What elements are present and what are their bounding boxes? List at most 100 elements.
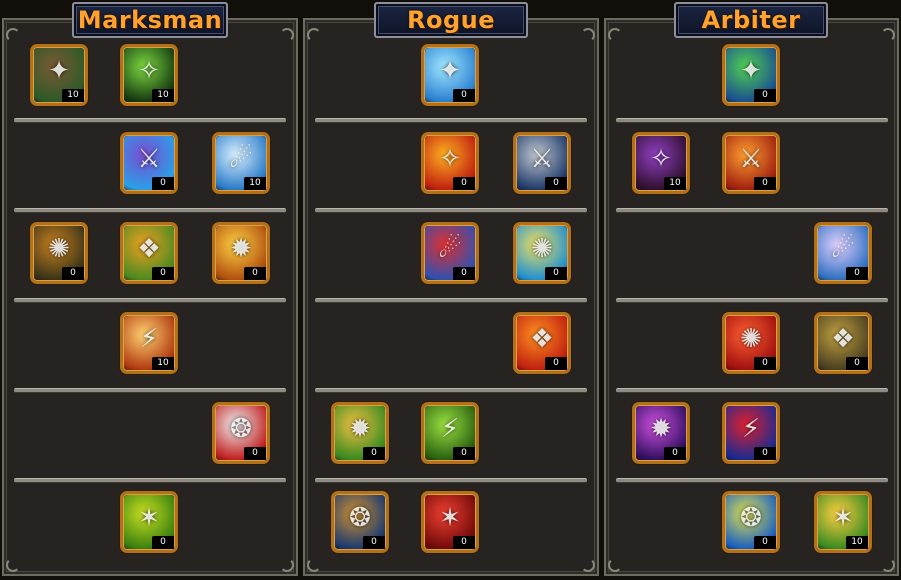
skill-slot[interactable]: ⚔ 0 (722, 132, 780, 194)
tier-separator (616, 478, 888, 483)
skill-level: 10 (846, 536, 868, 549)
skill-slot[interactable]: ✧ 0 (421, 132, 479, 194)
corner-ornament (280, 558, 294, 572)
skill-slot[interactable]: ☄ 0 (814, 222, 872, 284)
skill-level: 0 (846, 267, 868, 280)
corner-ornament (6, 28, 20, 42)
corner-ornament (881, 28, 895, 42)
panel-title: Arbiter (701, 6, 801, 34)
skill-level: 0 (363, 536, 385, 549)
skill-slot[interactable]: ✧ 10 (632, 132, 690, 194)
skill-slot[interactable]: ❖ 0 (513, 312, 571, 374)
skill-slot[interactable]: ✺ 0 (513, 222, 571, 284)
skill-level: 0 (754, 357, 776, 370)
skill-level: 10 (62, 89, 84, 102)
skill-glyph: ⚔ (530, 144, 554, 174)
skill-slot[interactable]: ⚡ 0 (421, 402, 479, 464)
skill-level: 0 (453, 89, 475, 102)
skill-level: 0 (664, 447, 686, 460)
skill-level: 0 (453, 447, 475, 460)
skill-level: 0 (453, 267, 475, 280)
skill-slot[interactable]: ✹ 0 (331, 402, 389, 464)
skill-slot[interactable]: ❂ 0 (331, 491, 389, 553)
skill-glyph: ✹ (650, 414, 672, 444)
skill-slot[interactable]: ✺ 0 (30, 222, 88, 284)
rogue-title-plate: Rogue (374, 2, 528, 38)
skill-level: 0 (244, 267, 266, 280)
tier-separator (14, 208, 286, 213)
skill-glyph: ✶ (439, 503, 461, 533)
skill-glyph: ✹ (349, 414, 371, 444)
skill-slot[interactable]: ❂ 0 (722, 491, 780, 553)
skill-slot[interactable]: ☄ 0 (421, 222, 479, 284)
skill-slot[interactable]: ☄ 10 (212, 132, 270, 194)
skill-level: 0 (545, 357, 567, 370)
tier-separator (616, 118, 888, 123)
skill-slot[interactable]: ❖ 0 (120, 222, 178, 284)
skill-glyph: ⚔ (739, 144, 763, 174)
tier-separator (315, 478, 587, 483)
skill-slot[interactable]: ⚔ 0 (120, 132, 178, 194)
tier-separator (315, 208, 587, 213)
corner-ornament (280, 28, 294, 42)
tier-separator (315, 388, 587, 393)
corner-ornament (608, 28, 622, 42)
skill-slot[interactable]: ⚡ 10 (120, 312, 178, 374)
skill-slot[interactable]: ✶ 0 (120, 491, 178, 553)
skill-slot[interactable]: ✹ 0 (632, 402, 690, 464)
tier-separator (14, 298, 286, 303)
skill-slot[interactable]: ✶ 0 (421, 491, 479, 553)
skill-slot[interactable]: ✦ 0 (722, 44, 780, 106)
skill-glyph: ☄ (438, 234, 462, 264)
skill-level: 10 (152, 357, 174, 370)
skill-slot[interactable]: ✶ 10 (814, 491, 872, 553)
skill-glyph: ✶ (138, 503, 160, 533)
skill-slot[interactable]: ✺ 0 (722, 312, 780, 374)
skill-glyph: ❖ (831, 324, 855, 354)
skill-level: 10 (664, 177, 686, 190)
skill-glyph: ✶ (832, 503, 854, 533)
panel-title: Marksman (77, 6, 223, 34)
arbiter-title-plate: Arbiter (674, 2, 828, 38)
skill-level: 0 (363, 447, 385, 460)
skill-glyph: ✧ (138, 56, 160, 86)
skill-slot[interactable]: ❖ 0 (814, 312, 872, 374)
skill-glyph: ❂ (740, 503, 762, 533)
tier-separator (315, 118, 587, 123)
skill-slot[interactable]: ✹ 0 (212, 222, 270, 284)
skill-level: 0 (62, 267, 84, 280)
corner-ornament (881, 558, 895, 572)
skill-glyph: ☄ (229, 144, 253, 174)
skill-slot[interactable]: ✦ 0 (421, 44, 479, 106)
skill-slot[interactable]: ⚔ 0 (513, 132, 571, 194)
skill-level: 0 (244, 447, 266, 460)
skill-glyph: ✺ (531, 234, 553, 264)
skill-glyph: ✺ (48, 234, 70, 264)
tier-separator (14, 478, 286, 483)
skill-glyph: ❂ (349, 503, 371, 533)
skill-glyph: ✦ (439, 56, 461, 86)
skill-slot[interactable]: ✧ 10 (120, 44, 178, 106)
tier-separator (14, 118, 286, 123)
skill-glyph: ⚡ (440, 414, 460, 444)
skill-glyph: ☄ (831, 234, 855, 264)
panel-title: Rogue (406, 6, 495, 34)
skill-level: 0 (152, 536, 174, 549)
skill-glyph: ✧ (439, 144, 461, 174)
skill-level: 0 (545, 177, 567, 190)
skill-level: 0 (754, 447, 776, 460)
skill-slot[interactable]: ✦ 10 (30, 44, 88, 106)
skill-slot[interactable]: ❂ 0 (212, 402, 270, 464)
skill-slot[interactable]: ⚡ 0 (722, 402, 780, 464)
skill-glyph: ✺ (740, 324, 762, 354)
skill-level: 0 (754, 536, 776, 549)
skill-level: 10 (244, 177, 266, 190)
tier-separator (14, 388, 286, 393)
skill-glyph: ✦ (740, 56, 762, 86)
skill-glyph: ❖ (530, 324, 554, 354)
skill-level: 0 (754, 177, 776, 190)
tier-separator (616, 208, 888, 213)
corner-ornament (307, 28, 321, 42)
skill-glyph: ✧ (650, 144, 672, 174)
marksman-title-plate: Marksman (72, 2, 228, 38)
